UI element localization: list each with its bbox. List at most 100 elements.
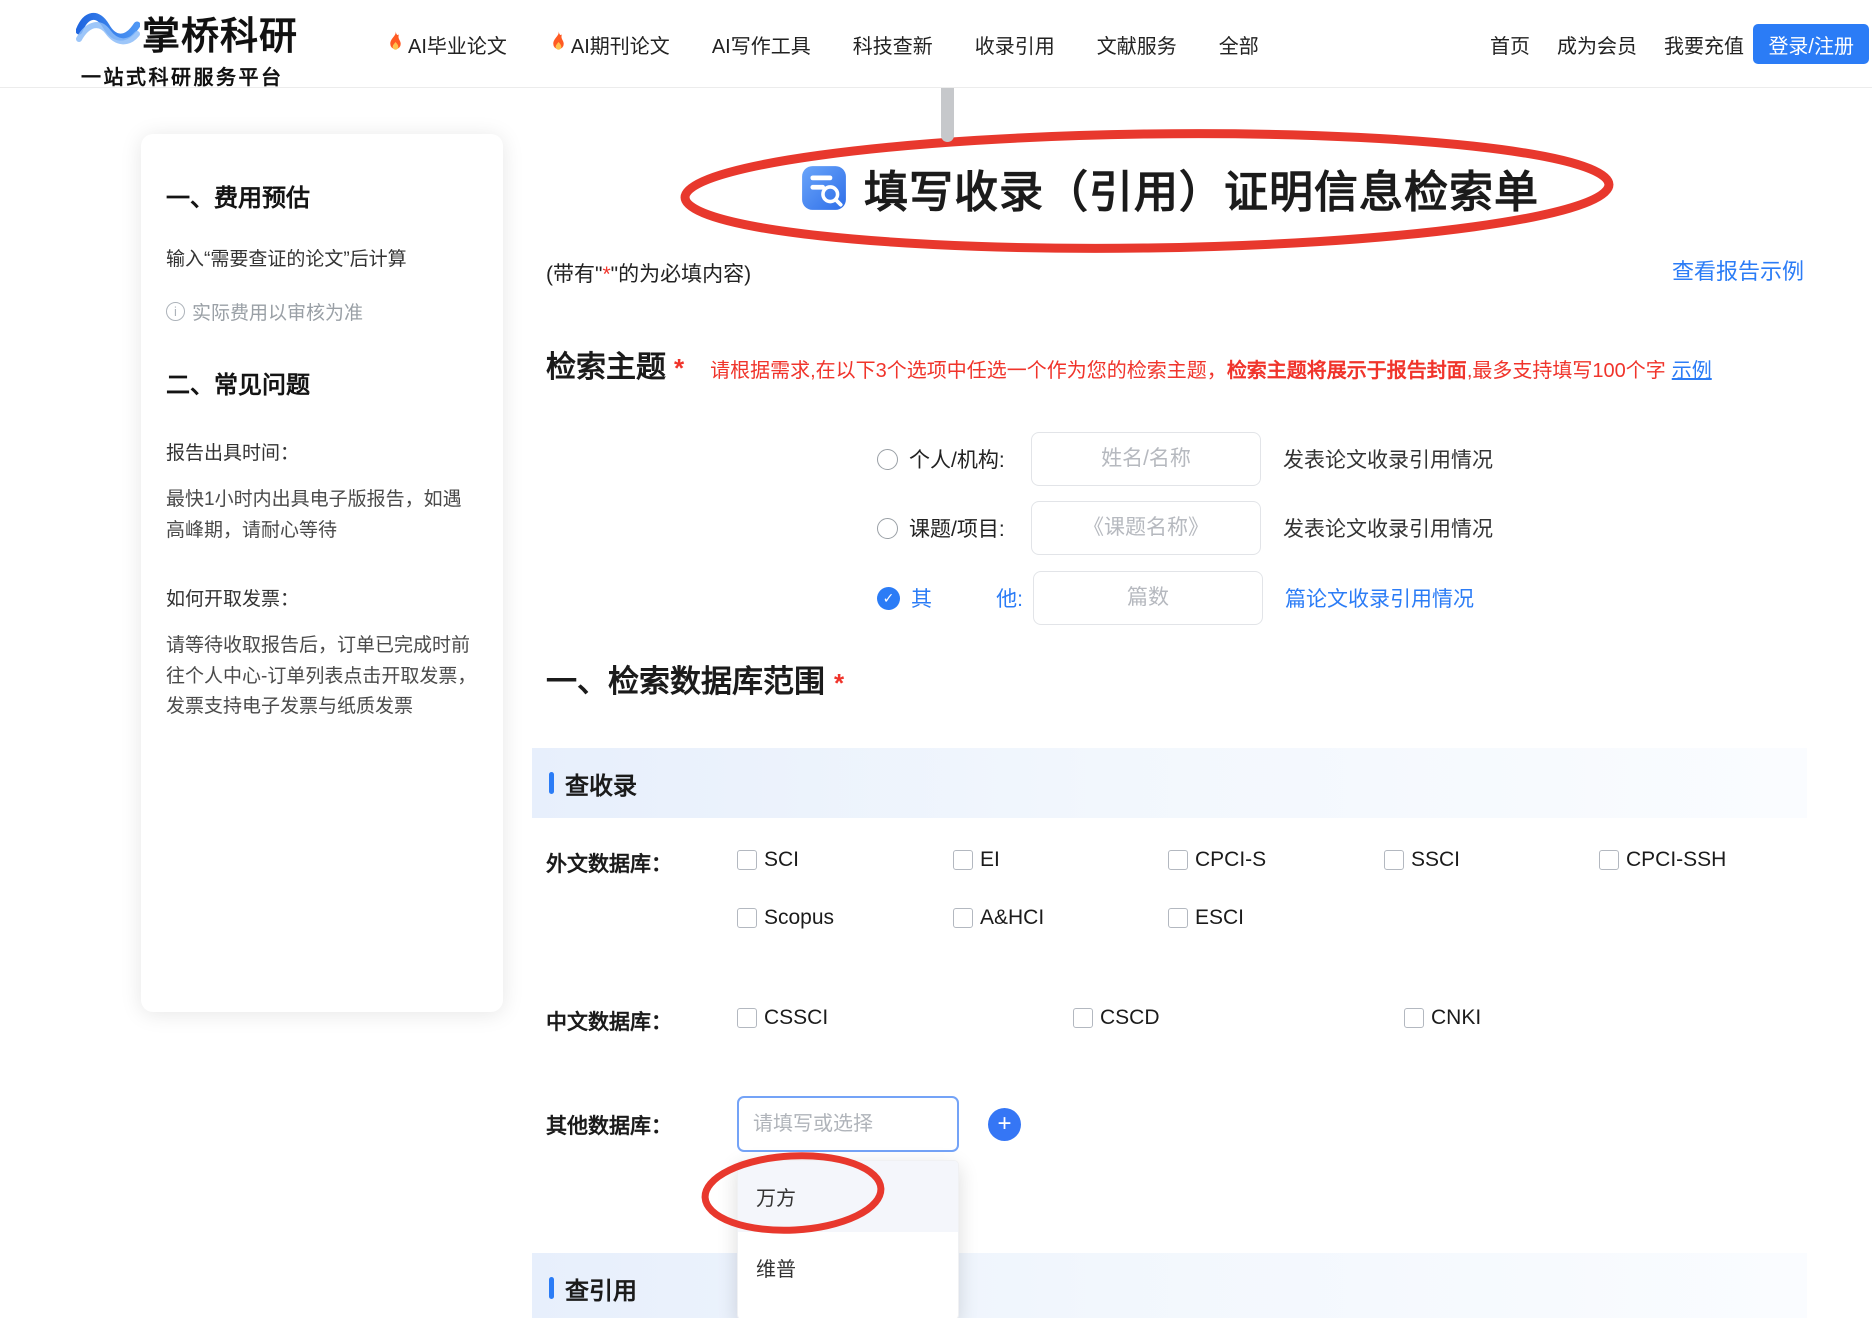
checkbox-icon[interactable] <box>1168 850 1188 870</box>
nav-item-literature-service[interactable]: 文献服务 <box>1097 30 1177 59</box>
other-db-dropdown: 万方 维普 <box>737 1160 959 1318</box>
faq-answer-invoice: 请等待收取报告后，订单已完成时前往个人中心-订单列表点击开取发票，发票支持电子发… <box>166 631 478 722</box>
search-topic-heading: 检索主题* <box>546 342 684 386</box>
add-database-button[interactable] <box>988 1108 1021 1141</box>
checkbox-icon[interactable] <box>737 850 757 870</box>
nav-item-recharge[interactable]: 我要充值 <box>1664 30 1744 59</box>
logo-wave-icon <box>76 7 140 58</box>
checkbox-icon[interactable] <box>1599 850 1619 870</box>
checkbox-icon[interactable] <box>1168 908 1188 928</box>
page-title-row: 填写收录（引用）证明信息检索单 <box>532 156 1807 220</box>
user-nav: 首页 成为会员 我要充值 <box>1490 0 1744 88</box>
view-report-example-link[interactable]: 查看报告示例 <box>1672 254 1804 286</box>
checkbox-item-ei[interactable]: EI <box>953 848 1000 872</box>
other-db-label: 其他数据库： <box>546 1110 672 1140</box>
radio-personal[interactable] <box>877 449 898 470</box>
citation-check-panel-header: 查引用 <box>532 1253 1807 1318</box>
topic-option-suffix: 发表论文收录引用情况 <box>1283 444 1493 474</box>
page: 掌桥科研 一站式科研服务平台 AI毕业论文 AI期刊论文 AI写作工具 科技查新… <box>0 0 1872 1318</box>
topic-option-suffix: 发表论文收录引用情况 <box>1283 513 1493 543</box>
checkbox-item-esci[interactable]: ESCI <box>1168 906 1244 930</box>
search-topic-hint: 请根据需求,在以下3个选项中任选一个作为您的检索主题，检索主题将展示于报告封面,… <box>710 354 1712 383</box>
sidebar-section-cost-title: 一、费用预估 <box>166 178 478 213</box>
nav-label: 收录引用 <box>975 30 1055 59</box>
document-search-icon <box>800 164 848 212</box>
topic-option-suffix-link[interactable]: 篇论文收录引用情况 <box>1285 583 1474 613</box>
checkbox-item-scopus[interactable]: Scopus <box>737 906 834 930</box>
dropdown-option-weipu[interactable]: 维普 <box>738 1232 958 1303</box>
logo-title: 掌桥科研 <box>142 5 298 60</box>
checkbox-icon[interactable] <box>1073 1008 1093 1028</box>
header: 掌桥科研 一站式科研服务平台 AI毕业论文 AI期刊论文 AI写作工具 科技查新… <box>0 0 1872 88</box>
sidebar-cost-line: 输入“需要查证的论文”后计算 <box>166 245 478 274</box>
topic-option-project-row: 课题/项目: 发表论文收录引用情况 <box>877 501 1493 555</box>
topic-option-other-row: 其他: 篇论文收录引用情况 <box>877 571 1474 625</box>
sidebar-cost-note-text: 实际费用以审核为准 <box>192 298 363 325</box>
login-register-button[interactable]: 登录/注册 <box>1753 24 1869 64</box>
main-nav: AI毕业论文 AI期刊论文 AI写作工具 科技查新 收录引用 文献服务 全部 <box>386 0 1259 88</box>
nav-label: AI期刊论文 <box>571 30 670 59</box>
checkbox-icon[interactable] <box>737 1008 757 1028</box>
inclusion-check-panel-header: 查收录 <box>532 748 1807 818</box>
logo-subtitle: 一站式科研服务平台 <box>81 61 298 90</box>
topic-option-label: 课题/项目: <box>909 513 1021 543</box>
topic-option-label: 个人/机构: <box>909 444 1021 474</box>
project-title-input[interactable] <box>1031 501 1261 555</box>
database-scope-heading: 一、检索数据库范围* <box>546 656 844 701</box>
chinese-db-label: 中文数据库： <box>546 1006 672 1036</box>
nav-item-all[interactable]: 全部 <box>1219 30 1259 59</box>
info-icon <box>166 302 185 321</box>
checkbox-icon[interactable] <box>1404 1008 1424 1028</box>
nav-item-ai-graduation-thesis[interactable]: AI毕业论文 <box>386 30 507 59</box>
checkbox-item-cpci-s[interactable]: CPCI-S <box>1168 848 1266 872</box>
sidebar-cost-note: 实际费用以审核为准 <box>166 298 478 325</box>
nav-label: 文献服务 <box>1097 30 1177 59</box>
checkbox-item-sci[interactable]: SCI <box>737 848 799 872</box>
nav-label: AI写作工具 <box>712 30 811 59</box>
faq-question-invoice: 如何开取发票： <box>166 584 478 611</box>
example-link[interactable]: 示例 <box>1672 360 1712 382</box>
nav-item-become-member[interactable]: 成为会员 <box>1557 30 1637 59</box>
nav-item-tech-novelty-search[interactable]: 科技查新 <box>853 30 933 59</box>
faq-answer-report-time: 最快1小时内出具电子版报告，如遇高峰期，请耐心等待 <box>166 485 478 546</box>
radio-project[interactable] <box>877 518 898 539</box>
nav-label: 科技查新 <box>853 30 933 59</box>
topic-option-label: 其他: <box>911 583 1023 613</box>
fire-icon <box>549 30 568 59</box>
foreign-db-label: 外文数据库： <box>546 848 672 878</box>
nav-item-inclusion-citation[interactable]: 收录引用 <box>975 30 1055 59</box>
checkbox-icon[interactable] <box>737 908 757 928</box>
page-title: 填写收录（引用）证明信息检索单 <box>864 156 1539 220</box>
logo[interactable]: 掌桥科研 一站式科研服务平台 <box>76 5 298 90</box>
checkbox-icon[interactable] <box>953 850 973 870</box>
nav-item-ai-journal-paper[interactable]: AI期刊论文 <box>549 30 670 59</box>
checkbox-item-cpci-ssh[interactable]: CPCI-SSH <box>1599 848 1726 872</box>
inclusion-panel-title: 查收录 <box>565 766 637 801</box>
nav-label: 全部 <box>1219 30 1259 59</box>
checkbox-item-ssci[interactable]: SSCI <box>1384 848 1460 872</box>
panel-accent-bar <box>549 772 554 794</box>
fire-icon <box>386 30 405 59</box>
checkbox-icon[interactable] <box>1384 850 1404 870</box>
checkbox-item-cscd[interactable]: CSCD <box>1073 1006 1160 1030</box>
checkbox-icon[interactable] <box>953 908 973 928</box>
search-topic-header: 检索主题* 请根据需求,在以下3个选项中任选一个作为您的检索主题，检索主题将展示… <box>546 342 1712 386</box>
panel-accent-bar <box>549 1277 554 1299</box>
paper-count-input[interactable] <box>1033 571 1263 625</box>
dropdown-option-wanfang[interactable]: 万方 <box>738 1161 958 1232</box>
checkbox-item-cssci[interactable]: CSSCI <box>737 1006 828 1030</box>
sidebar-card: 一、费用预估 输入“需要查证的论文”后计算 实际费用以审核为准 二、常见问题 报… <box>141 134 503 1012</box>
faq-question-report-time: 报告出具时间： <box>166 438 478 465</box>
nav-label: AI毕业论文 <box>408 30 507 59</box>
other-db-input[interactable] <box>737 1096 959 1152</box>
nav-item-home[interactable]: 首页 <box>1490 30 1530 59</box>
checkbox-item-cnki[interactable]: CNKI <box>1404 1006 1481 1030</box>
radio-other-checked[interactable] <box>877 587 900 610</box>
required-fields-note: (带有"*"的为必填内容) <box>546 258 751 288</box>
personal-name-input[interactable] <box>1031 432 1261 486</box>
sidebar-section-faq-title: 二、常见问题 <box>166 365 478 400</box>
citation-panel-title: 查引用 <box>565 1271 637 1306</box>
nav-item-ai-writing-tools[interactable]: AI写作工具 <box>712 30 811 59</box>
checkbox-item-ahci[interactable]: A&HCI <box>953 906 1044 930</box>
topic-option-personal-row: 个人/机构: 发表论文收录引用情况 <box>877 432 1493 486</box>
